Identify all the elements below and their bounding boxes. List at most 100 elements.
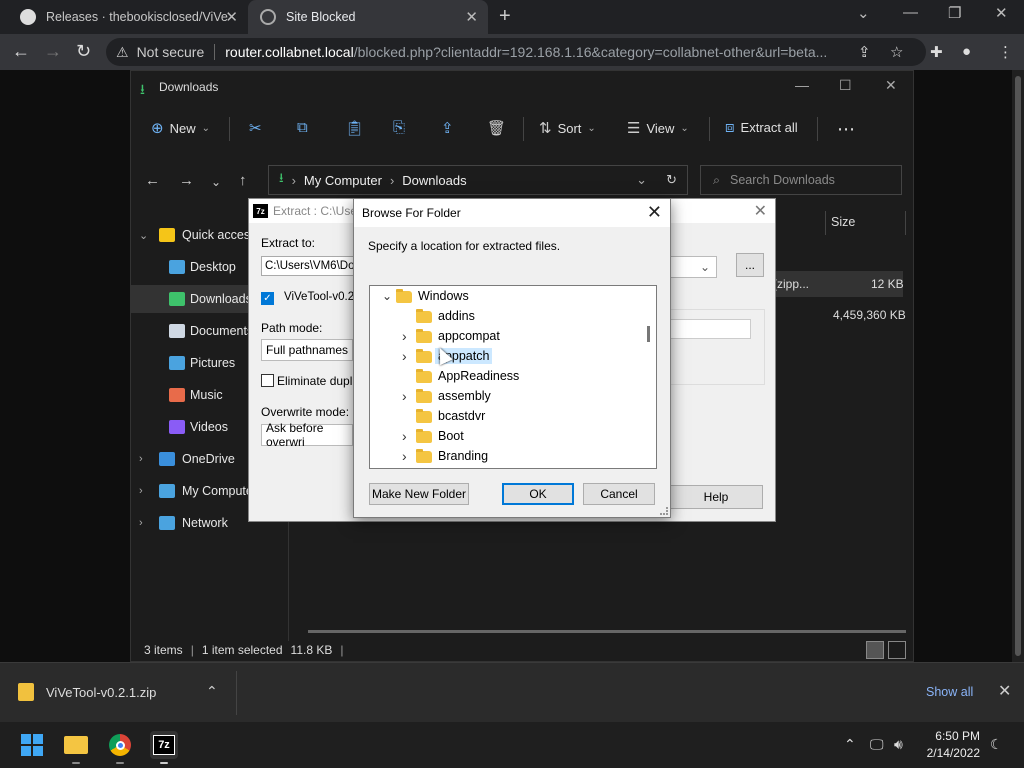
taskbar-file-explorer[interactable] [62, 731, 90, 764]
share-icon[interactable]: ⇪ [858, 43, 871, 61]
view-button[interactable]: ☰ View ⌄ [627, 119, 689, 137]
tiles-view-icon[interactable] [888, 641, 906, 659]
more-icon[interactable]: ⋯ [837, 119, 855, 140]
chevron-down-icon[interactable]: ⌄ [857, 4, 870, 22]
copy-icon[interactable]: ⧉ [297, 119, 308, 136]
close-icon[interactable]: ✕ [754, 201, 767, 221]
window-close-icon[interactable]: ✕ [885, 77, 897, 94]
minimize-icon[interactable]: — [903, 4, 918, 21]
path-mode-select[interactable]: Full pathnames [261, 339, 353, 361]
address-bar[interactable]: ⚠ Not secure router.collabnet.local /blo… [106, 38, 926, 66]
network-icon[interactable]: 🖵︎ [870, 736, 884, 753]
make-new-folder-button[interactable]: Make New Folder [369, 483, 469, 505]
chevron-up-icon[interactable]: ⌃ [844, 736, 856, 753]
volume-icon[interactable]: 🔊︎ [894, 736, 903, 753]
new-button[interactable]: ⊕ New ⌄ [151, 119, 210, 137]
extract-to-input[interactable]: C:\Users\VM6\Dov [261, 256, 361, 276]
warning-icon[interactable]: ⚠ [116, 44, 129, 61]
ok-button[interactable]: OK [502, 483, 574, 505]
tree-node-windows[interactable]: ⌄ Windows [370, 286, 640, 306]
taskbar-chrome[interactable] [106, 731, 134, 764]
delete-icon[interactable]: 🗑︎ [487, 119, 506, 137]
back-icon[interactable]: ← [12, 41, 30, 62]
resize-grip-icon[interactable] [660, 507, 668, 515]
extract-all-button[interactable]: ⧈ Extract all [725, 119, 798, 136]
chevron-down-icon[interactable]: ⌄ [382, 289, 392, 303]
chevron-right-icon[interactable]: › [139, 453, 143, 465]
close-icon[interactable]: ✕ [998, 681, 1011, 701]
extract-to-dropdown[interactable]: ⌄ [667, 256, 717, 278]
breadcrumb-my-computer[interactable]: My Computer [304, 173, 382, 188]
tab-releases[interactable]: Releases · thebookisclosed/ViVe ✕ [8, 0, 248, 34]
column-header-size[interactable]: Size [831, 215, 855, 229]
reload-icon[interactable]: ↻ [76, 41, 91, 62]
profile-icon[interactable]: ● [962, 43, 971, 60]
extensions-icon[interactable]: ✚ [930, 43, 943, 61]
focus-assist-icon[interactable]: ☾ [990, 736, 1003, 753]
cut-icon[interactable]: ✂ [249, 119, 262, 137]
chevron-right-icon[interactable]: › [402, 448, 407, 464]
chevron-down-icon[interactable]: ⌄ [636, 172, 647, 188]
tree-node-branding[interactable]: › Branding [370, 446, 640, 466]
tab-site-blocked[interactable]: Site Blocked ✕ [248, 0, 488, 34]
tree-node-assembly[interactable]: › assembly [370, 386, 640, 406]
tree-scrollbar[interactable] [647, 326, 650, 342]
clock[interactable]: 6:50 PM 2/14/2022 [912, 728, 980, 762]
folder-tree[interactable]: ⌄ Windows addins › appcompat › apppatch AppRead… [369, 285, 657, 469]
chevron-down-icon[interactable]: ⌄ [139, 229, 148, 242]
breadcrumb-downloads[interactable]: Downloads [402, 173, 466, 188]
chevron-right-icon[interactable]: › [139, 485, 143, 497]
tree-node-apppatch[interactable]: › apppatch [370, 346, 640, 366]
refresh-icon[interactable]: ↻ [666, 172, 677, 188]
minimize-icon[interactable]: — [795, 77, 809, 93]
search-input[interactable]: ⌕ Search Downloads [700, 165, 902, 195]
chevron-right-icon[interactable]: › [402, 328, 407, 344]
chevron-up-icon[interactable]: ⌃ [206, 683, 218, 700]
menu-icon[interactable]: ⋮ [998, 43, 1013, 61]
window-close-icon[interactable]: ✕ [995, 4, 1008, 22]
tree-node-appreadiness[interactable]: AppReadiness [370, 366, 640, 386]
overwrite-mode-select[interactable]: Ask before overwri [261, 421, 353, 449]
details-view-icon[interactable] [866, 641, 884, 659]
folder-name-checkbox[interactable]: ✓ [261, 292, 274, 305]
maximize-icon[interactable]: ☐ [839, 77, 852, 94]
forward-icon[interactable]: → [44, 41, 62, 62]
cancel-button[interactable]: Cancel [583, 483, 655, 505]
recent-chevron-icon[interactable]: ⌄ [211, 175, 221, 189]
new-tab-icon[interactable]: + [499, 5, 511, 28]
security-label[interactable]: Not secure [137, 44, 205, 60]
start-button[interactable] [18, 731, 46, 759]
close-icon[interactable]: ✕ [465, 8, 478, 26]
folder-name-input[interactable]: ViVeTool-v0.2. [281, 287, 353, 307]
horizontal-scrollbar[interactable] [308, 630, 906, 633]
help-button[interactable]: Help [669, 485, 763, 509]
sort-button[interactable]: ⇅ Sort ⌄ [539, 119, 596, 137]
tree-node-addins[interactable]: addins [370, 306, 640, 326]
share-icon[interactable]: ⇪ [441, 119, 454, 137]
forward-icon[interactable]: → [179, 172, 194, 189]
back-icon[interactable]: ← [145, 172, 160, 189]
chevron-right-icon[interactable]: › [402, 388, 407, 404]
tree-node-appcompat[interactable]: › appcompat [370, 326, 640, 346]
cloud-icon [159, 452, 175, 466]
download-item[interactable]: ViVeTool-v0.2.1.zip [18, 683, 156, 701]
tree-node-bcastdvr[interactable]: bcastdvr [370, 406, 640, 426]
rename-icon[interactable]: ⎘ [393, 119, 405, 136]
sort-label: Sort [557, 120, 582, 136]
chevron-right-icon[interactable]: › [139, 517, 143, 529]
paste-icon[interactable]: 📋︎ [345, 119, 364, 137]
explorer-address-bar[interactable]: ⭳ › My Computer › Downloads ⌄ ↻ [268, 165, 688, 195]
page-scrollbar[interactable] [1012, 70, 1024, 662]
show-all-link[interactable]: Show all [926, 685, 973, 699]
taskbar-7zip[interactable]: 7z [150, 731, 178, 764]
up-icon[interactable]: ↑ [239, 172, 247, 189]
chevron-right-icon[interactable]: › [402, 428, 407, 444]
close-icon[interactable]: ✕ [225, 8, 238, 26]
bookmark-star-icon[interactable]: ☆ [890, 43, 903, 61]
tree-node-boot[interactable]: › Boot [370, 426, 640, 446]
restore-icon[interactable]: ❐ [948, 4, 961, 22]
close-icon[interactable]: ✕ [647, 202, 662, 223]
browse-button[interactable]: ... [736, 253, 764, 277]
chevron-right-icon[interactable]: › [402, 348, 407, 364]
eliminate-duplicates-checkbox[interactable] [261, 374, 274, 387]
